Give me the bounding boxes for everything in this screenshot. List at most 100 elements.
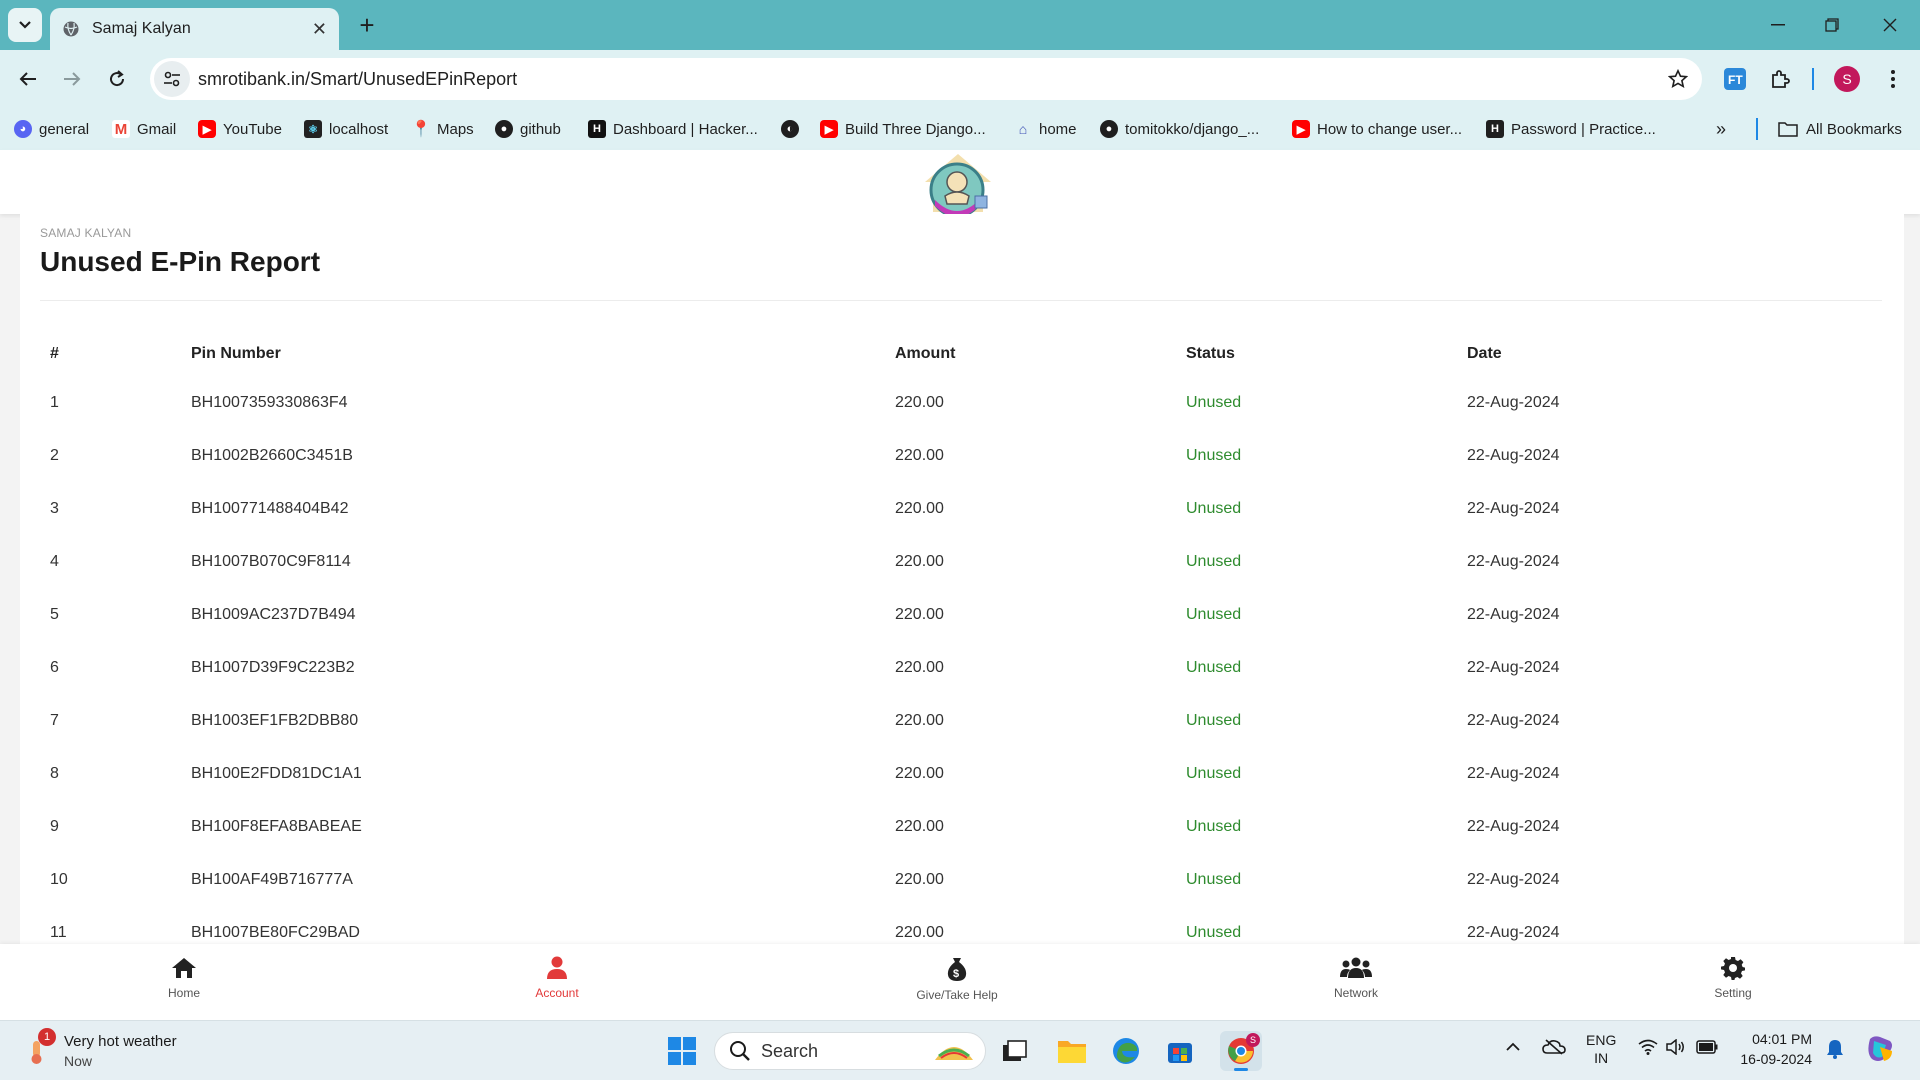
bookmark-label: general xyxy=(39,120,90,138)
bookmark-item[interactable]: ◐ xyxy=(781,118,806,140)
bookmark-item[interactable]: H Dashboard | Hacker... xyxy=(588,118,758,140)
windows-taskbar: 1 Very hot weather Now Search S ENG IN 0… xyxy=(0,1020,1920,1080)
url-text[interactable]: smrotibank.in/Smart/UnusedEPinReport xyxy=(198,69,1668,90)
cell-index: 6 xyxy=(50,658,59,676)
battery-button[interactable] xyxy=(1696,1040,1718,1057)
bookmark-item[interactable]: ● github xyxy=(495,118,561,140)
weather-widget[interactable]: 1 Very hot weather Now xyxy=(24,1028,214,1071)
bookmark-item[interactable]: ▶ How to change user... xyxy=(1292,118,1462,140)
tab-close-icon[interactable]: ✕ xyxy=(312,19,327,40)
forward-button[interactable] xyxy=(56,63,88,95)
back-button[interactable] xyxy=(12,63,44,95)
store-button[interactable] xyxy=(1162,1033,1198,1069)
onedrive-button[interactable] xyxy=(1542,1039,1566,1058)
nav-give-take-help[interactable]: $ Give/Take Help xyxy=(887,956,1027,1002)
network-button[interactable] xyxy=(1638,1039,1658,1058)
translate-extension-icon: FT xyxy=(1724,68,1746,90)
restore-button[interactable] xyxy=(1812,10,1852,40)
column-header-date: Date xyxy=(1467,345,1502,362)
browser-toolbar: smrotibank.in/Smart/UnusedEPinReport FT … xyxy=(0,50,1920,108)
youtube-icon: ▶ xyxy=(820,120,838,138)
language-indicator[interactable]: ENG IN xyxy=(1586,1031,1616,1067)
cell-date: 22-Aug-2024 xyxy=(1467,764,1560,782)
tab-search-button[interactable] xyxy=(8,8,42,42)
close-icon xyxy=(1883,18,1897,32)
bookmark-item[interactable]: ● tomitokko/django_... xyxy=(1100,118,1259,140)
cell-date: 22-Aug-2024 xyxy=(1467,446,1560,464)
extension-ft-button[interactable]: FT xyxy=(1720,64,1750,94)
cell-pin-number: BH1002B2660C3451B xyxy=(191,446,353,464)
bookmark-star-icon[interactable] xyxy=(1668,69,1688,89)
bookmark-label: YouTube xyxy=(223,120,282,138)
bookmark-item[interactable]: ◕ general xyxy=(14,118,89,140)
bookmark-item[interactable]: M Gmail xyxy=(112,118,176,140)
cell-pin-number: BH100F8EFA8BABEAE xyxy=(191,817,362,835)
system-clock[interactable]: 04:01 PM 16-09-2024 xyxy=(1736,1029,1812,1069)
browser-menu-button[interactable] xyxy=(1878,64,1908,94)
bell-icon xyxy=(1827,1040,1843,1059)
table-row: 8 BH100E2FDD81DC1A1 220.00 Unused 22-Aug-202… xyxy=(40,747,1882,800)
tab-title: Samaj Kalyan xyxy=(92,20,191,37)
nav-account[interactable]: Account xyxy=(487,956,627,1000)
new-tab-button[interactable]: + xyxy=(352,10,382,40)
taskbar-search[interactable]: Search xyxy=(714,1032,986,1070)
bookmark-item[interactable]: 📍 Maps xyxy=(411,118,474,140)
file-explorer-button[interactable] xyxy=(1054,1033,1090,1069)
search-icon xyxy=(730,1041,750,1061)
nav-home[interactable]: Home xyxy=(114,956,254,1000)
notifications-button[interactable] xyxy=(1826,1039,1844,1062)
nav-setting[interactable]: Setting xyxy=(1663,956,1803,1000)
site-header xyxy=(0,150,1920,218)
epin-table: # Pin Number Amount Status Date 1 BH10073… xyxy=(40,332,1882,959)
active-app-indicator xyxy=(1234,1068,1248,1071)
tune-icon xyxy=(164,71,180,87)
address-bar[interactable]: smrotibank.in/Smart/UnusedEPinReport xyxy=(150,58,1702,100)
samaj-kalyan-logo[interactable] xyxy=(921,152,995,220)
svg-text:$: $ xyxy=(953,968,959,980)
cell-pin-number: BH100AF49B716777A xyxy=(191,870,353,888)
bookmark-item[interactable]: ⌂ home xyxy=(1014,118,1077,140)
cell-status: Unused xyxy=(1186,499,1242,517)
show-hidden-icons-button[interactable] xyxy=(1506,1039,1520,1055)
bookmark-item[interactable]: H Password | Practice... xyxy=(1486,118,1656,140)
table-row: 6 BH1007D39F9C223B2 220.00 Unused 22-Aug-202… xyxy=(40,641,1882,694)
profile-button[interactable]: S xyxy=(1832,64,1862,94)
bookmark-item[interactable]: ▶ YouTube xyxy=(198,118,282,140)
copilot-button[interactable] xyxy=(1864,1033,1896,1068)
close-window-button[interactable] xyxy=(1870,10,1910,40)
page-title: Unused E-Pin Report xyxy=(40,246,321,277)
minimize-button[interactable] xyxy=(1758,10,1798,40)
nav-network[interactable]: Network xyxy=(1286,956,1426,1000)
extensions-button[interactable] xyxy=(1766,64,1796,94)
clock-date: 16-09-2024 xyxy=(1740,1051,1812,1067)
cell-amount: 220.00 xyxy=(895,870,944,888)
cell-index: 7 xyxy=(50,711,59,729)
cell-amount: 220.00 xyxy=(895,499,944,517)
restore-icon xyxy=(1825,18,1839,32)
volume-button[interactable] xyxy=(1666,1038,1686,1058)
site-info-button[interactable] xyxy=(154,61,190,97)
cell-status: Unused xyxy=(1186,658,1242,676)
chrome-button[interactable]: S xyxy=(1220,1031,1262,1071)
all-bookmarks-button[interactable]: All Bookmarks xyxy=(1778,118,1902,140)
task-view-icon xyxy=(1003,1040,1027,1061)
weather-title: Very hot weather xyxy=(64,1033,177,1050)
more-bookmarks-button[interactable]: » xyxy=(1716,118,1726,140)
bookmark-label: Gmail xyxy=(137,120,177,138)
cell-pin-number: BH1007359330863F4 xyxy=(191,393,348,411)
browser-tab-strip: Samaj Kalyan ✕ + xyxy=(0,0,1920,50)
bookmark-item[interactable]: ⚛ localhost xyxy=(304,118,388,140)
start-button[interactable] xyxy=(664,1033,700,1069)
battery-icon xyxy=(1696,1040,1718,1054)
column-header-amount: Amount xyxy=(895,345,956,362)
more-vertical-icon xyxy=(1891,70,1895,88)
cell-amount: 220.00 xyxy=(895,658,944,676)
nav-label: Setting xyxy=(1714,986,1752,1000)
browser-tab-active[interactable]: Samaj Kalyan ✕ xyxy=(50,8,339,50)
reload-button[interactable] xyxy=(101,63,133,95)
edge-button[interactable] xyxy=(1108,1033,1144,1069)
task-view-button[interactable] xyxy=(996,1033,1032,1069)
globe-icon xyxy=(63,21,79,37)
bookmark-item[interactable]: ▶ Build Three Django... xyxy=(820,118,986,140)
gear-icon xyxy=(1721,957,1745,980)
